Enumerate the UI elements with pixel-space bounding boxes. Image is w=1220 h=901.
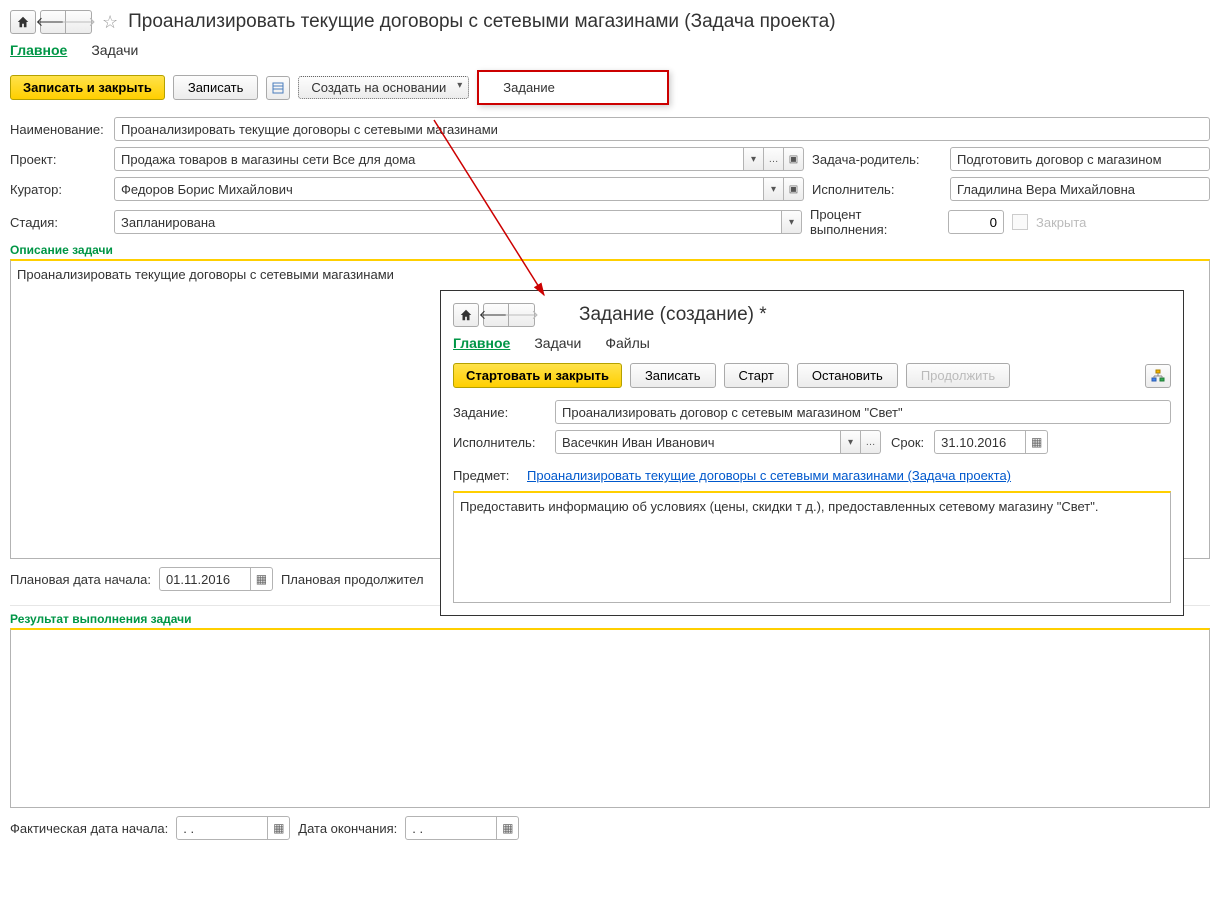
ow-performer-input[interactable]: Васечкин Иван Иванович — [555, 430, 841, 454]
ow-hierarchy-icon[interactable] — [1145, 364, 1171, 388]
stage-input[interactable]: Запланирована — [114, 210, 782, 234]
ow-home-button[interactable] — [453, 303, 479, 327]
ow-subject-label: Предмет: — [453, 468, 517, 483]
ow-tab-main[interactable]: Главное — [453, 335, 510, 351]
ow-start-button[interactable]: Старт — [724, 363, 789, 388]
ow-stop-button[interactable]: Остановить — [797, 363, 898, 388]
name-input[interactable]: Проанализировать текущие договоры с сете… — [114, 117, 1210, 141]
percent-input[interactable] — [948, 210, 1004, 234]
curator-dropdown-icon[interactable]: ▾ — [764, 177, 784, 201]
ow-subject-link[interactable]: Проанализировать текущие договоры с сете… — [527, 468, 1011, 483]
description-section-label: Описание задачи — [10, 243, 1210, 257]
ow-save-button[interactable]: Записать — [630, 363, 716, 388]
actual-start-date[interactable]: . . ▦ — [176, 816, 290, 840]
ow-due-value: 31.10.2016 — [935, 432, 1025, 453]
favorite-star-icon[interactable]: ☆ — [102, 12, 118, 33]
name-label: Наименование: — [10, 122, 106, 137]
calendar-icon[interactable]: ▦ — [267, 817, 289, 839]
ow-performer-label: Исполнитель: — [453, 435, 545, 450]
plan-start-label: Плановая дата начала: — [10, 572, 151, 587]
ow-description-textarea[interactable]: Предоставить информацию об условиях (цен… — [453, 491, 1171, 603]
stage-dropdown-icon[interactable]: ▾ — [782, 210, 802, 234]
curator-input[interactable]: Федоров Борис Михайлович — [114, 177, 764, 201]
nav-forward-button: 🡒 — [66, 10, 92, 34]
page-title: Проанализировать текущие договоры с сете… — [128, 11, 835, 33]
ow-performer-dropdown-icon[interactable]: ▾ — [841, 430, 861, 454]
closed-label: Закрыта — [1036, 215, 1086, 230]
ow-tab-files[interactable]: Файлы — [605, 335, 649, 351]
actual-end-date[interactable]: . . ▦ — [405, 816, 519, 840]
actual-end-value: . . — [406, 818, 496, 839]
ow-nav-forward-button: 🡒 — [509, 303, 535, 327]
project-select-icon[interactable]: … — [764, 147, 784, 171]
curator-open-icon[interactable]: ▣ — [784, 177, 804, 201]
ow-due-label: Срок: — [891, 435, 924, 450]
project-open-icon[interactable]: ▣ — [784, 147, 804, 171]
result-textarea[interactable] — [10, 628, 1210, 808]
ow-due-date[interactable]: 31.10.2016 ▦ — [934, 430, 1048, 454]
save-and-close-button[interactable]: Записать и закрыть — [10, 75, 165, 100]
stage-label: Стадия: — [10, 215, 106, 230]
tab-main[interactable]: Главное — [10, 42, 67, 58]
project-label: Проект: — [10, 152, 106, 167]
ow-task-label: Задание: — [453, 405, 545, 420]
home-button[interactable] — [10, 10, 36, 34]
calendar-icon[interactable]: ▦ — [496, 817, 518, 839]
tab-tasks[interactable]: Задачи — [91, 42, 138, 58]
curator-label: Куратор: — [10, 182, 106, 197]
ow-start-close-button[interactable]: Стартовать и закрыть — [453, 363, 622, 388]
create-based-on-menu: Задание — [477, 70, 669, 105]
ow-tab-tasks[interactable]: Задачи — [534, 335, 581, 351]
ow-title: Задание (создание) * — [579, 304, 767, 326]
actual-start-value: . . — [177, 818, 267, 839]
plan-start-date[interactable]: 01.11.2016 ▦ — [159, 567, 273, 591]
performer-input[interactable]: Гладилина Вера Михайловна — [950, 177, 1210, 201]
parent-label: Задача-родитель: — [812, 152, 942, 167]
actual-start-label: Фактическая дата начала: — [10, 821, 168, 836]
plan-duration-label: Плановая продолжител — [281, 572, 424, 587]
menu-item-task[interactable]: Задание — [479, 72, 667, 103]
ow-performer-select-icon[interactable]: … — [861, 430, 881, 454]
task-create-window: 🡐 🡒 Задание (создание) * Главное Задачи … — [440, 290, 1184, 616]
performer-label: Исполнитель: — [812, 182, 942, 197]
project-input[interactable]: Продажа товаров в магазины сети Все для … — [114, 147, 744, 171]
parent-input[interactable]: Подготовить договор с магазином — [950, 147, 1210, 171]
calendar-icon[interactable]: ▦ — [1025, 431, 1047, 453]
actual-end-label: Дата окончания: — [298, 821, 397, 836]
plan-start-value: 01.11.2016 — [160, 569, 250, 590]
project-dropdown-icon[interactable]: ▾ — [744, 147, 764, 171]
ow-continue-button: Продолжить — [906, 363, 1010, 388]
save-button[interactable]: Записать — [173, 75, 259, 100]
create-based-on-button[interactable]: Создать на основании — [298, 76, 469, 99]
percent-label: Процент выполнения: — [810, 207, 940, 237]
ow-task-input[interactable]: Проанализировать договор с сетевым магаз… — [555, 400, 1171, 424]
closed-checkbox[interactable] — [1012, 214, 1028, 230]
calendar-icon[interactable]: ▦ — [250, 568, 272, 590]
list-icon-button[interactable] — [266, 76, 290, 100]
